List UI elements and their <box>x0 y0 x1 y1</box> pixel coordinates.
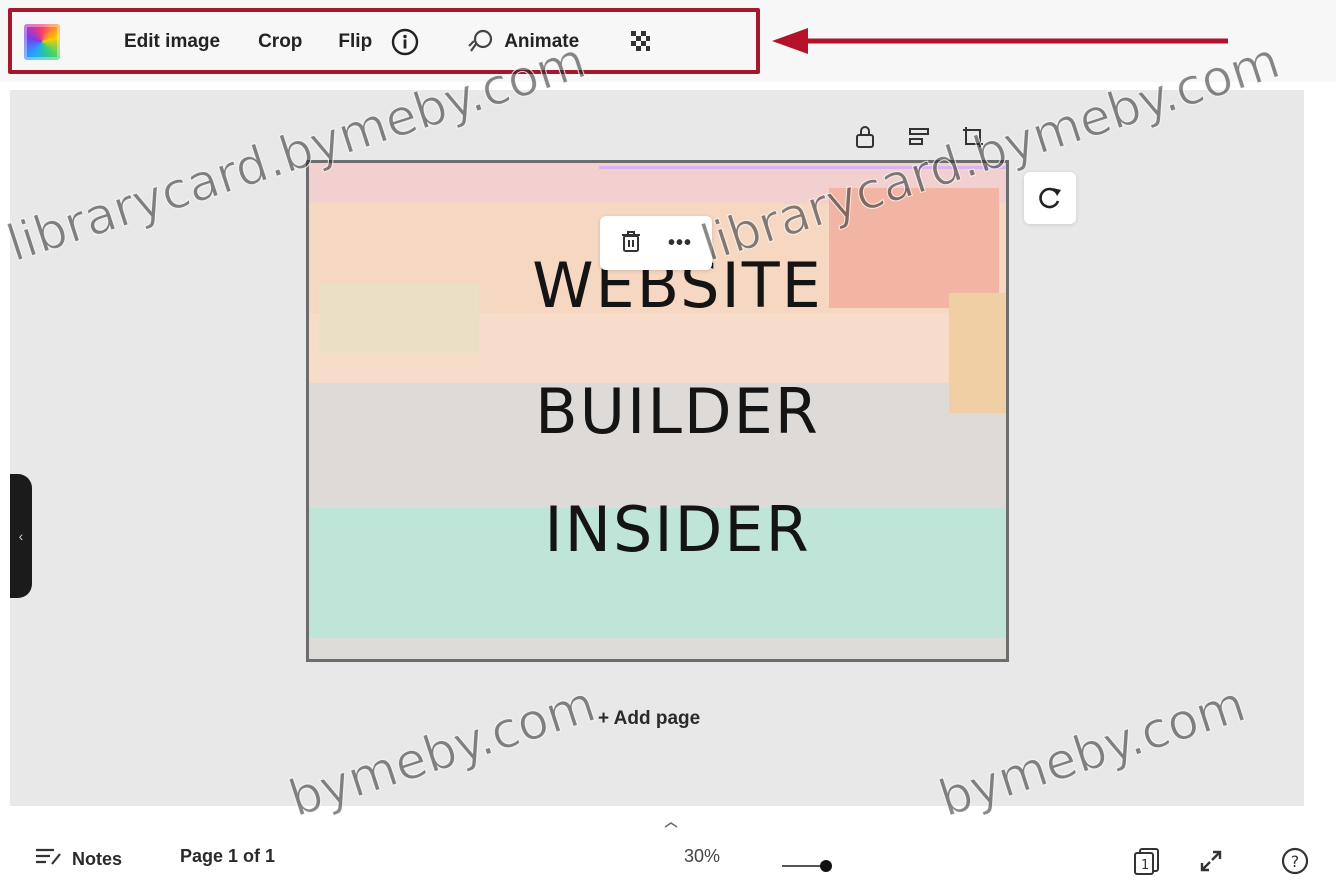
side-panel-toggle[interactable]: ‹ <box>10 474 32 598</box>
edit-image-button[interactable]: Edit image <box>116 25 228 59</box>
fullscreen-icon[interactable] <box>1196 846 1226 876</box>
grid-view-icon[interactable]: 1 <box>1132 846 1162 876</box>
zoom-slider-track <box>782 865 822 867</box>
more-icon[interactable]: ••• <box>668 232 692 255</box>
zoom-slider-knob[interactable] <box>820 860 832 872</box>
lock-icon[interactable] <box>852 124 878 150</box>
page-indicator[interactable]: Page 1 of 1 <box>180 846 275 867</box>
notes-button[interactable]: Notes <box>34 846 122 873</box>
info-icon[interactable] <box>390 27 420 57</box>
transparency-icon[interactable] <box>627 27 653 57</box>
rotate-icon[interactable] <box>1024 172 1076 224</box>
notes-label: Notes <box>72 849 123 869</box>
zoom-level[interactable]: 30% <box>684 846 720 867</box>
page-count-badge: 1 <box>1141 858 1149 873</box>
animate-icon[interactable] <box>466 27 496 57</box>
background-band <box>309 638 1006 659</box>
trash-icon[interactable] <box>620 229 642 258</box>
editor-toolbar: Edit image Crop Flip Animate <box>0 0 1336 82</box>
image-toolbar-items: Edit image Crop Flip Animate <box>14 14 756 70</box>
notes-icon <box>34 846 62 873</box>
add-page-button[interactable]: + Add page <box>598 708 700 730</box>
help-icon[interactable]: ? <box>1280 846 1310 876</box>
chevron-left-icon: ‹ <box>18 528 24 544</box>
design-title-line-2[interactable]: BUILDER <box>329 375 1006 448</box>
color-swatch-icon[interactable] <box>24 24 60 60</box>
help-label: ? <box>1291 852 1300 871</box>
pointer-arrow-annotation <box>772 28 1228 54</box>
zoom-slider[interactable] <box>782 860 832 872</box>
design-title-line-3[interactable]: INSIDER <box>329 493 1006 566</box>
crop-button[interactable]: Crop <box>250 25 310 59</box>
collapse-caret-icon[interactable] <box>664 822 678 828</box>
flip-button[interactable]: Flip <box>330 25 380 59</box>
